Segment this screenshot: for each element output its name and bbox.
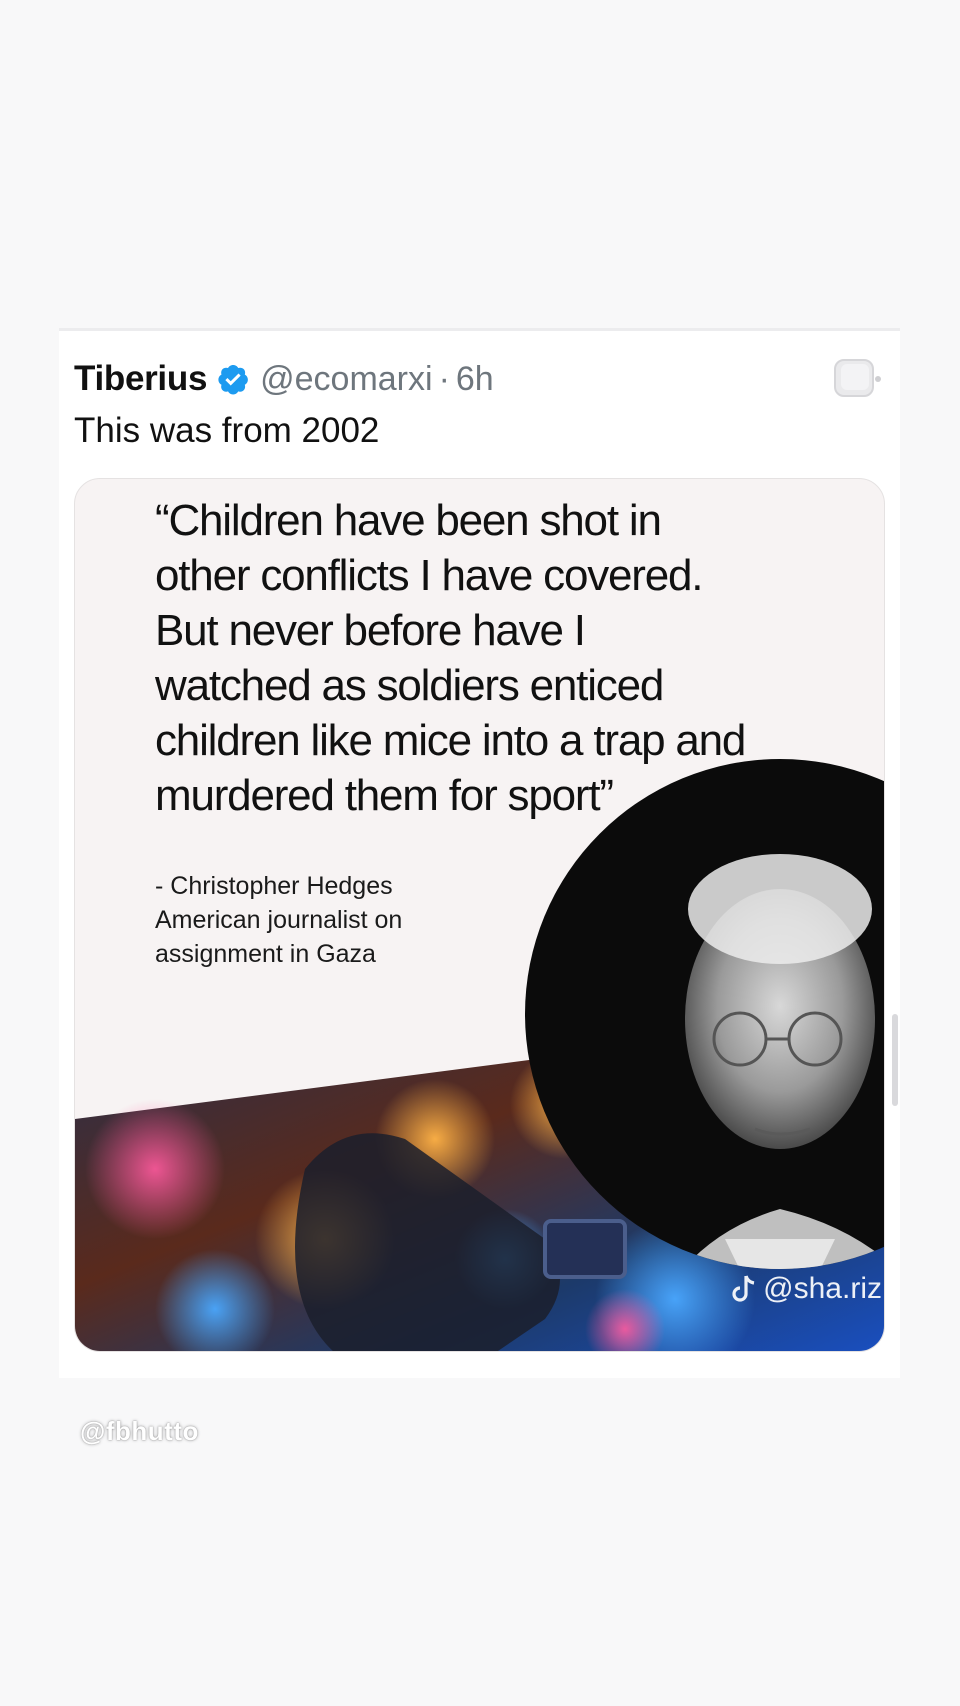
tweet-text: This was from 2002 (74, 411, 380, 450)
scrollbar[interactable] (892, 1014, 898, 1106)
attribution-line: - Christopher Hedges (155, 872, 393, 900)
tiktok-watermark: @sha.riz (731, 1272, 882, 1306)
story-screen: Tiberius @ecomarxi · 6h This was from 20… (0, 0, 960, 1706)
quote-line: But never before have I (155, 606, 586, 655)
quote-line: murdered them for sport” (155, 771, 614, 820)
quote-line: “Children have been shot in (155, 496, 662, 545)
tiktok-icon (732, 1275, 755, 1302)
attribution-line: assignment in Gaza (155, 940, 376, 968)
attribution-line: American journalist on (155, 906, 403, 934)
tweet-card[interactable]: Tiberius @ecomarxi · 6h This was from 20… (59, 328, 900, 1378)
timestamp[interactable]: 6h (456, 360, 494, 399)
quote-text: “Children have been shot in other confli… (155, 493, 875, 823)
verified-badge-icon (218, 364, 248, 395)
quote-line: other conflicts I have covered. (155, 551, 704, 600)
quote-attribution: - Christopher Hedges American journalist… (155, 869, 515, 971)
more-options-icon[interactable] (832, 357, 882, 401)
tweet-header: Tiberius @ecomarxi · 6h (74, 359, 494, 399)
tweet-media-image[interactable]: “Children have been shot in other confli… (74, 478, 885, 1352)
story-mention-sticker[interactable]: @fbhutto (80, 1416, 199, 1447)
tiktok-handle: @sha.riz (763, 1272, 882, 1305)
time-separator: · (438, 359, 450, 398)
tweet-actions-cutoff (74, 1377, 885, 1378)
quote-line: watched as soldiers enticed (155, 661, 664, 710)
user-handle[interactable]: @ecomarxi (260, 360, 432, 399)
display-name[interactable]: Tiberius (74, 359, 207, 399)
quote-line: children like mice into a trap and (155, 716, 746, 765)
